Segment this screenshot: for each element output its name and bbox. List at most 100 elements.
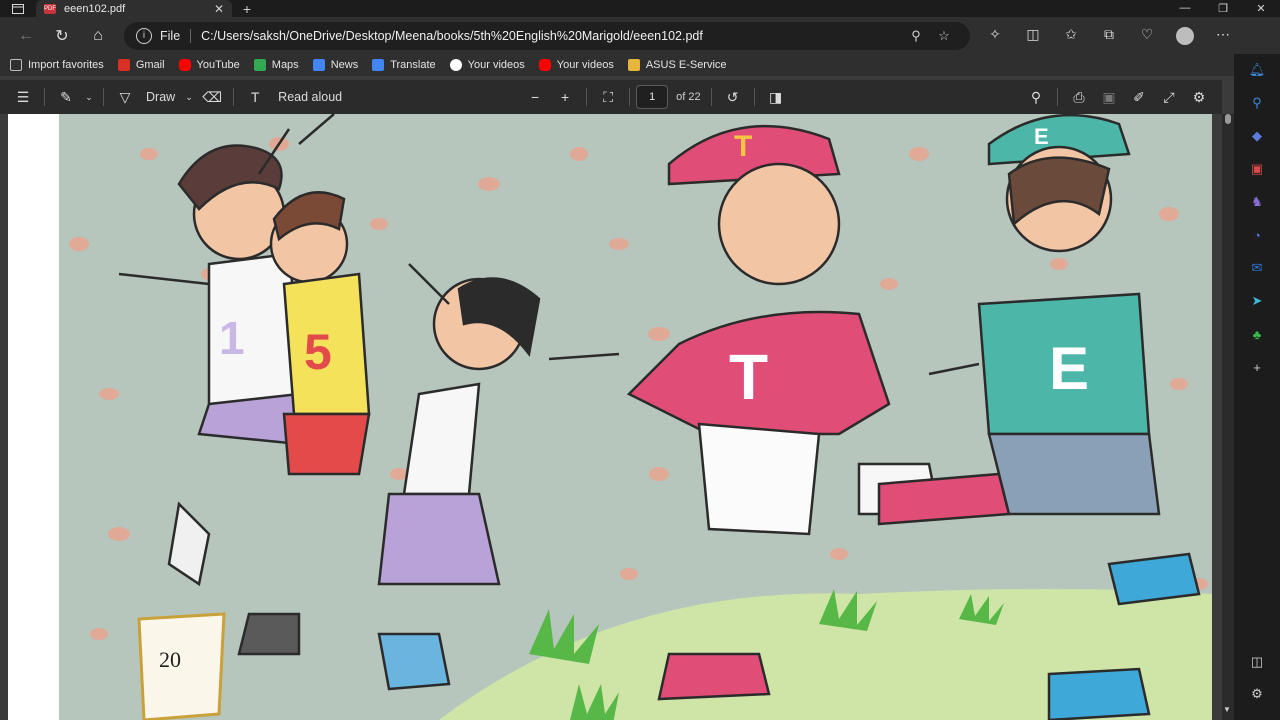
- bookmark-item[interactable]: ASUS E-Service: [627, 59, 727, 71]
- print-icon[interactable]: ⎙: [1064, 84, 1094, 110]
- eraser-icon[interactable]: ⌫: [197, 84, 227, 110]
- games-icon[interactable]: ♞: [1246, 192, 1268, 212]
- page-number-input[interactable]: 1: [636, 85, 669, 109]
- translate-icon: [372, 59, 385, 71]
- read-aloud-button[interactable]: Read aloud: [270, 84, 350, 110]
- search-icon[interactable]: ⚲: [1021, 84, 1051, 110]
- import-icon: [10, 59, 22, 71]
- scrollbar-thumb[interactable]: [1225, 114, 1231, 124]
- title-bar: PDF eeen102.pdf ✕ + — ❐ ✕: [0, 0, 1280, 17]
- chevron-down-icon[interactable]: ⌄: [181, 84, 197, 110]
- fit-page-icon[interactable]: ⛶: [593, 84, 623, 110]
- bookmark-item[interactable]: Maps: [253, 59, 299, 71]
- collections-icon[interactable]: ⧉: [1090, 26, 1128, 44]
- page-number-scroll: 20: [137, 612, 226, 720]
- settings-gear-icon[interactable]: ⚙: [1246, 684, 1268, 704]
- shirt-letter: T: [729, 341, 768, 413]
- shirt-letter: 1: [219, 312, 245, 364]
- draw-button[interactable]: Draw: [140, 84, 181, 110]
- zoom-in-icon[interactable]: +: [550, 84, 580, 110]
- sidebar-toggle-icon[interactable]: ◫: [1246, 652, 1268, 672]
- copilot-icon[interactable]: ◔: [1246, 225, 1268, 245]
- rotate-icon[interactable]: ↺: [718, 84, 748, 110]
- maps-icon: [253, 59, 266, 71]
- chevron-down-icon[interactable]: ⌄: [81, 84, 97, 110]
- new-tab-button[interactable]: +: [232, 1, 262, 17]
- info-icon[interactable]: i: [136, 27, 152, 44]
- divider: [629, 88, 631, 106]
- home-button[interactable]: ⌂: [80, 21, 116, 51]
- favorites-icon[interactable]: ✩: [1052, 26, 1090, 44]
- divider: [103, 88, 104, 106]
- shopping-tag-icon[interactable]: ◆: [1246, 126, 1268, 146]
- url-scheme: File: [160, 28, 192, 43]
- pdf-file-icon: PDF: [44, 3, 56, 14]
- shirt-letter: 5: [304, 324, 332, 380]
- zoom-icon[interactable]: ⚲: [902, 28, 930, 44]
- highlight-icon[interactable]: ✎: [51, 84, 81, 110]
- send-icon[interactable]: ➤: [1246, 291, 1268, 311]
- zoom-out-icon[interactable]: −: [520, 84, 550, 110]
- page-number-label: 20: [159, 647, 181, 672]
- minimize-button[interactable]: —: [1166, 2, 1204, 15]
- divider: [1057, 88, 1058, 106]
- bookmarks-bar: Import favorites Gmail YouTube Maps News…: [0, 54, 1280, 76]
- bookmark-item[interactable]: News: [312, 59, 358, 71]
- divider: [44, 88, 45, 106]
- fullscreen-icon[interactable]: ⤢: [1154, 84, 1184, 110]
- search-icon[interactable]: ⚲: [1246, 93, 1268, 113]
- pdf-scrollbar[interactable]: ▼: [1222, 114, 1234, 720]
- save-icon[interactable]: ▣: [1094, 84, 1124, 110]
- pdf-page: 1 5 T E T E 20: [8, 114, 1212, 720]
- bookmark-item[interactable]: YouTube: [178, 59, 240, 71]
- cap-letter: T: [734, 130, 752, 163]
- split-screen-icon[interactable]: ◫: [1014, 26, 1052, 44]
- bookmark-item[interactable]: Your videos: [449, 59, 525, 71]
- browser-toolbar: ✧ ◫ ✩ ⧉ ♡ ⋯: [976, 26, 1242, 45]
- tab-title: eeen102.pdf: [64, 2, 126, 15]
- maximize-button[interactable]: ❐: [1204, 2, 1242, 15]
- page-view-icon[interactable]: ◨: [761, 84, 791, 110]
- window-controls: — ❐ ✕: [1166, 2, 1280, 15]
- close-window-button[interactable]: ✕: [1242, 2, 1280, 15]
- save-as-icon[interactable]: ✐: [1124, 84, 1154, 110]
- url-field[interactable]: i File C:/Users/saksh/OneDrive/Desktop/M…: [124, 21, 970, 50]
- back-button[interactable]: ←: [8, 21, 44, 51]
- news-icon: [312, 59, 325, 71]
- performance-icon[interactable]: ♡: [1128, 26, 1166, 44]
- tools-icon[interactable]: ▣: [1246, 159, 1268, 179]
- refresh-button[interactable]: ↻: [44, 21, 80, 51]
- tree-icon[interactable]: ♣: [1246, 324, 1268, 344]
- edge-sidebar: 🔔︎ ⚲ ◆ ▣ ♞ ◔ ✉ ➤ ♣ + ◫ ⚙: [1234, 54, 1280, 720]
- outlook-icon[interactable]: ✉: [1246, 258, 1268, 278]
- add-icon[interactable]: +: [1246, 357, 1268, 377]
- contents-icon[interactable]: ☰: [8, 84, 38, 110]
- bookmark-item[interactable]: Your videos: [538, 59, 614, 71]
- page-total: of 22: [676, 91, 701, 103]
- favorite-star-icon[interactable]: ☆: [930, 28, 958, 44]
- bookmark-item[interactable]: Import favorites: [10, 59, 104, 71]
- draw-icon[interactable]: ▽: [110, 84, 140, 110]
- scroll-down-icon[interactable]: ▼: [1223, 705, 1231, 714]
- folder-icon: [627, 59, 640, 71]
- divider: [710, 88, 712, 106]
- page-illustration: 1 5 T E T E 20: [59, 114, 1212, 720]
- profile-icon[interactable]: [1166, 26, 1204, 45]
- divider: [586, 88, 588, 106]
- cap-letter: E: [1034, 124, 1049, 149]
- tab-close-icon[interactable]: ✕: [214, 2, 224, 16]
- divider: [233, 88, 235, 106]
- extensions-icon[interactable]: ✧: [976, 26, 1014, 44]
- bookmark-item[interactable]: Gmail: [117, 59, 165, 71]
- window-menu-icon[interactable]: [0, 0, 36, 17]
- divider: [753, 88, 755, 106]
- youtube-icon: [538, 59, 551, 71]
- bookmark-item[interactable]: Translate: [372, 59, 436, 71]
- bell-icon[interactable]: 🔔︎: [1246, 60, 1268, 80]
- text-icon[interactable]: T: [240, 84, 270, 110]
- pdf-toolbar: ☰ ✎ ⌄ ▽ Draw ⌄ ⌫ T Read aloud − + ⛶ 1 of…: [0, 80, 1222, 114]
- url-text[interactable]: C:/Users/saksh/OneDrive/Desktop/Meena/bo…: [201, 29, 902, 43]
- tab-active[interactable]: PDF eeen102.pdf ✕: [36, 0, 232, 17]
- more-menu-icon[interactable]: ⋯: [1204, 26, 1242, 44]
- settings-gear-icon[interactable]: ⚙: [1184, 84, 1214, 110]
